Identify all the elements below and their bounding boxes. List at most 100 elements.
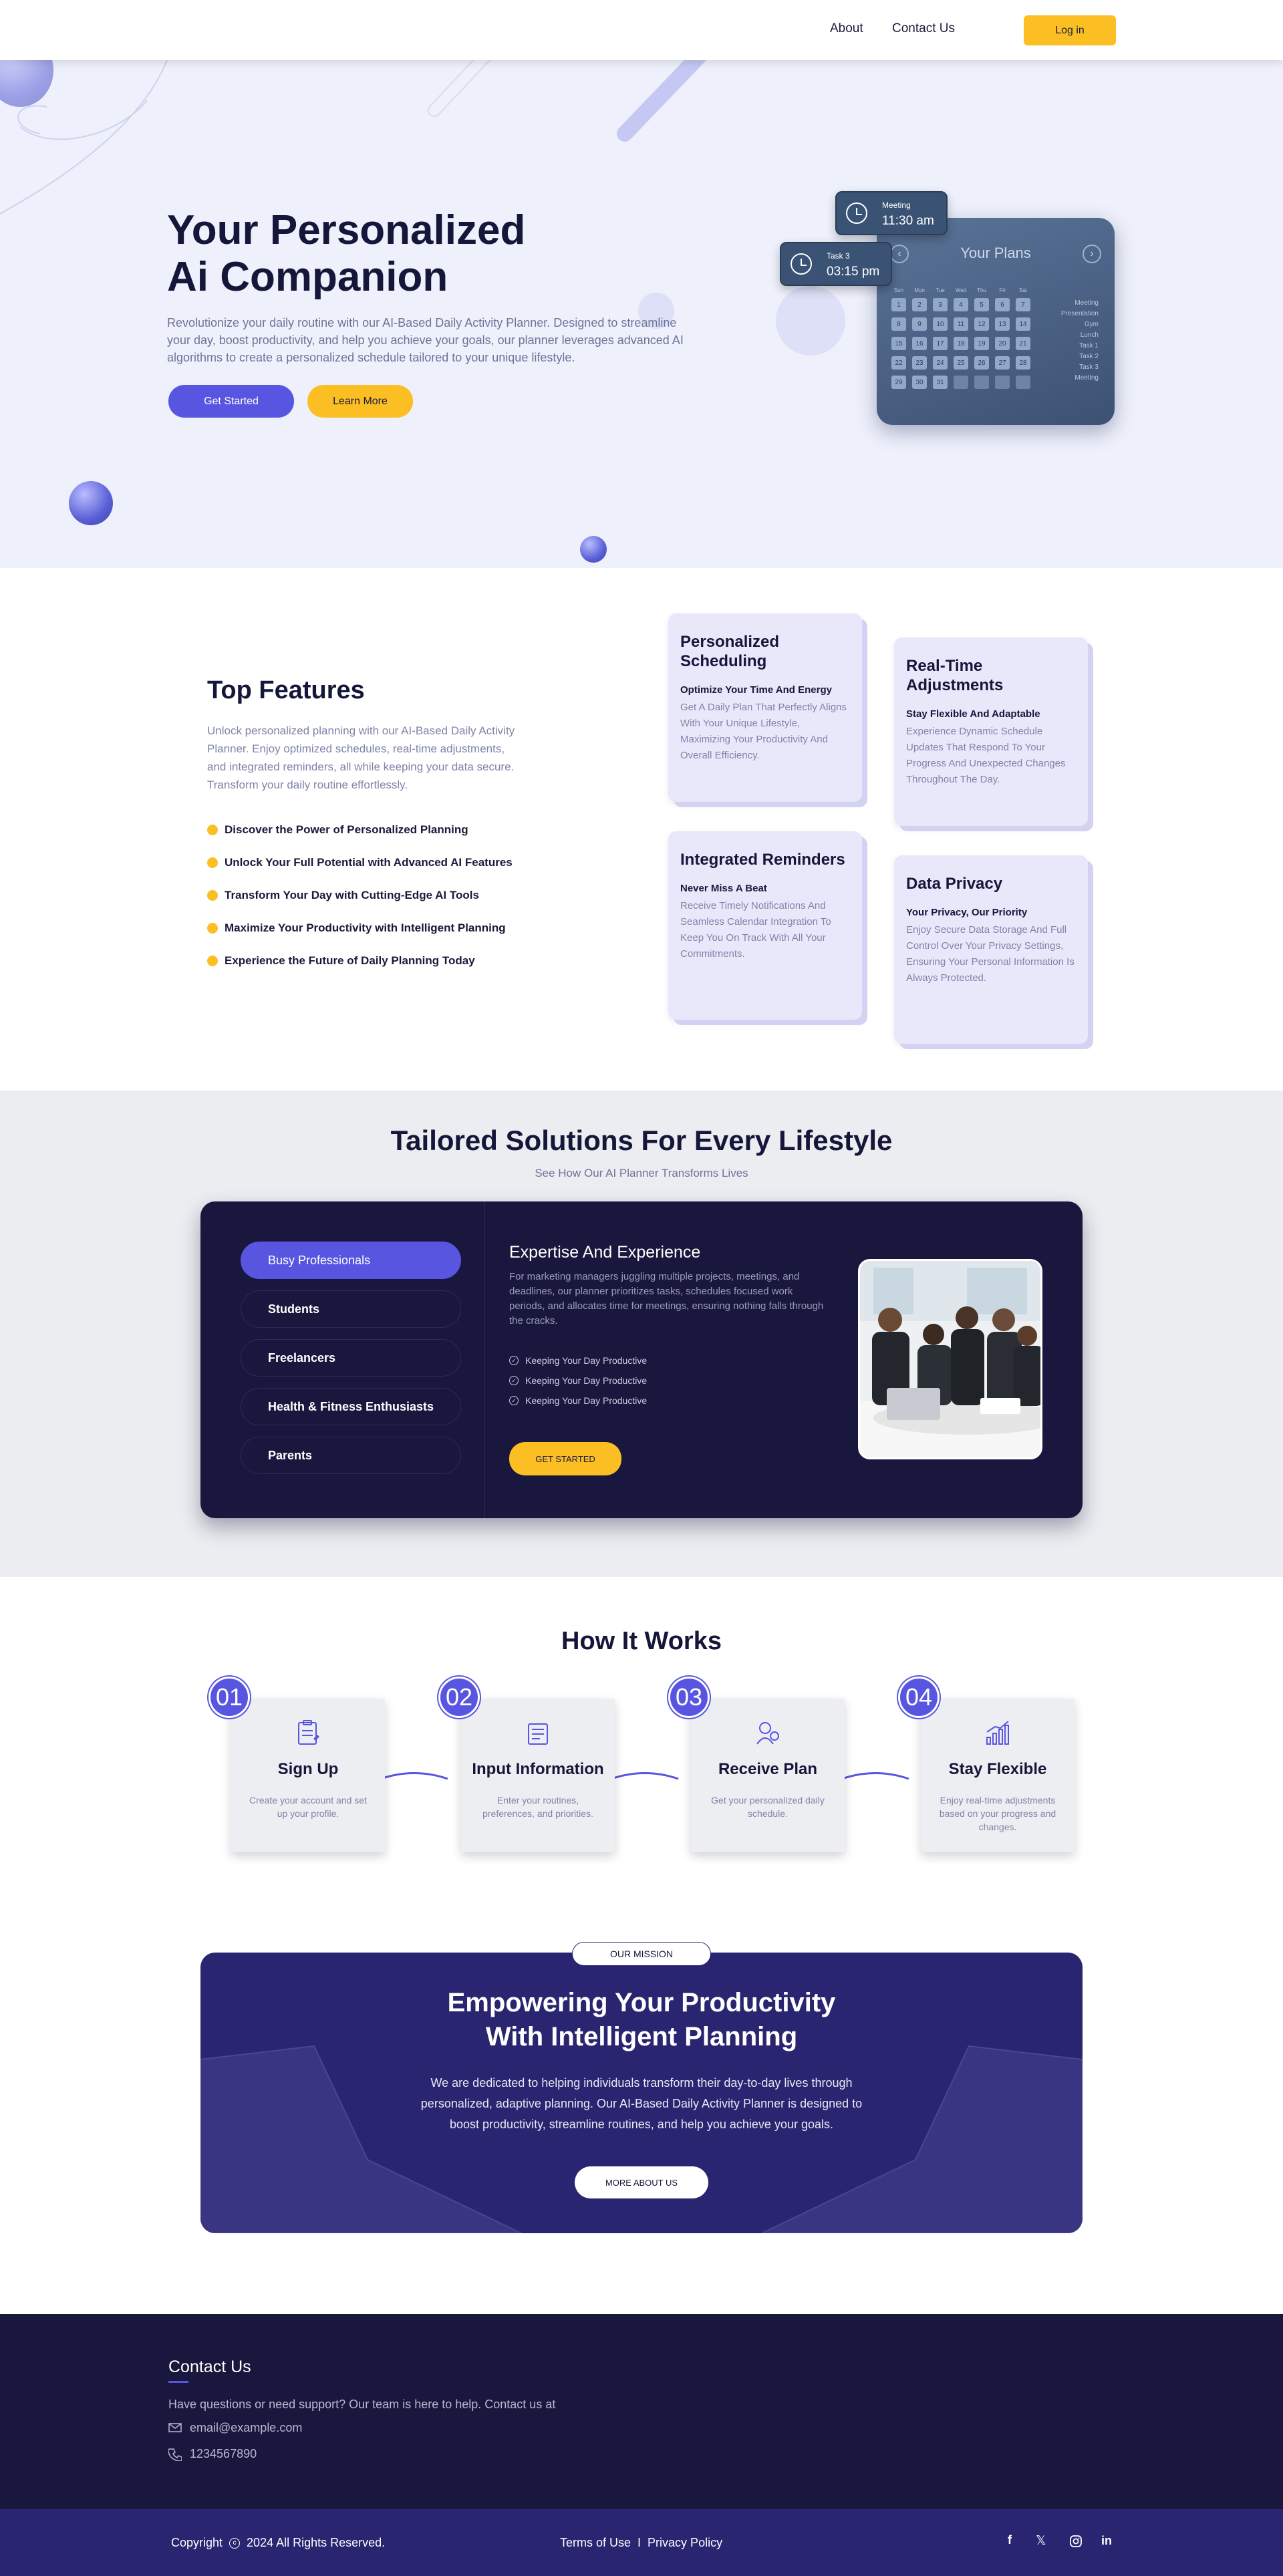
bullet-dot-icon: [207, 923, 218, 934]
feature-card-title: Real-Time Adjustments: [906, 657, 1004, 694]
chip-time: 11:30 am: [882, 214, 934, 228]
feature-bullet: Experience the Future of Daily Planning …: [207, 954, 475, 968]
tab-freelancers[interactable]: Freelancers: [241, 1339, 461, 1377]
check-circle-icon: ✓: [509, 1356, 519, 1365]
feature-card-text: Experience Dynamic Schedule Updates That…: [906, 726, 1066, 785]
top-navbar: About Contact Us Log in: [0, 0, 1283, 60]
calendar-day[interactable]: 17: [933, 337, 948, 350]
check-item: ✓ Keeping Your Day Productive: [509, 1355, 647, 1366]
growth-chart-icon: [986, 1721, 1009, 1745]
nav-about-link[interactable]: About: [830, 21, 863, 36]
calendar-day[interactable]: 2: [912, 298, 927, 311]
calendar-day[interactable]: 25: [954, 356, 968, 370]
plan-item: Task 1: [1079, 342, 1099, 349]
calendar-day[interactable]: 14: [1016, 317, 1030, 331]
calendar-day[interactable]: 26: [974, 356, 989, 370]
calendar-empty-cell: [954, 376, 968, 389]
clock-icon: [846, 202, 867, 224]
privacy-link[interactable]: Privacy Policy: [648, 2536, 722, 2550]
tab-parents[interactable]: Parents: [241, 1437, 461, 1474]
footer-text: Have questions or need support? Our team…: [168, 2398, 556, 2411]
features-title: Top Features: [207, 676, 365, 704]
x-twitter-icon[interactable]: 𝕏: [1036, 2533, 1046, 2549]
feature-card-text: Get A Daily Plan That Perfectly Aligns W…: [680, 702, 847, 761]
check-item: ✓ Keeping Your Day Productive: [509, 1395, 647, 1406]
terms-link[interactable]: Terms of Use: [560, 2536, 631, 2550]
instagram-icon[interactable]: [1069, 2535, 1083, 2548]
tailored-get-started-button[interactable]: GET STARTED: [509, 1442, 621, 1475]
calendar-day[interactable]: 5: [974, 298, 989, 311]
planner-title: Your Plans: [960, 245, 1031, 261]
feature-bullet: Transform Your Day with Cutting-Edge AI …: [207, 889, 479, 902]
calendar-day[interactable]: 20: [995, 337, 1010, 350]
decor-sphere: [580, 536, 607, 563]
plan-item: Meeting: [1075, 299, 1099, 307]
calendar-day[interactable]: 24: [933, 356, 948, 370]
step-text: Enter your routines, preferences, and pr…: [482, 1795, 593, 1819]
panel-divider: [484, 1201, 485, 1518]
facebook-icon[interactable]: f: [1008, 2533, 1012, 2547]
title-underline: [168, 2381, 188, 2383]
calendar-day[interactable]: 9: [912, 317, 927, 331]
get-started-button[interactable]: Get Started: [168, 385, 294, 418]
task-chip: Task 3 03:15 pm: [780, 242, 892, 286]
footer-email[interactable]: email@example.com: [190, 2421, 302, 2435]
feature-card: Integrated Reminders Never Miss A Beat R…: [668, 831, 862, 1020]
calendar-day[interactable]: 12: [974, 317, 989, 331]
lifestyle-panel: Busy Professionals Students Freelancers …: [200, 1201, 1083, 1518]
calendar-day[interactable]: 18: [954, 337, 968, 350]
step-number: 04: [898, 1677, 940, 1718]
feature-card: Personalized Scheduling Optimize Your Ti…: [668, 613, 862, 802]
calendar-day[interactable]: 3: [933, 298, 948, 311]
calendar-day[interactable]: 6: [995, 298, 1010, 311]
linkedin-icon[interactable]: in: [1101, 2534, 1112, 2548]
footer-phone[interactable]: 1234567890: [190, 2447, 257, 2461]
footer-bottom-bar: Copyright c 2024 All Rights Reserved. Te…: [0, 2509, 1283, 2576]
feature-card-subtitle: Stay Flexible And Adaptable: [906, 708, 1040, 720]
calendar-day[interactable]: 19: [974, 337, 989, 350]
step-title: Input Information: [472, 1760, 604, 1778]
learn-more-button[interactable]: Learn More: [307, 385, 413, 418]
calendar-day[interactable]: 1: [891, 298, 906, 311]
calendar-day[interactable]: 11: [954, 317, 968, 331]
calendar-day[interactable]: 22: [891, 356, 906, 370]
calendar-grid: 1 2 3 4 5 6 7 8 9 10 11 12 13 14 15 16 17 18 19 20 21 22 23 24 2…: [891, 298, 1030, 389]
calendar-day[interactable]: 10: [933, 317, 948, 331]
plan-item: Meeting: [1075, 374, 1099, 382]
calendar-day[interactable]: 28: [1016, 356, 1030, 370]
calendar-day[interactable]: 23: [912, 356, 927, 370]
calendar-day[interactable]: 16: [912, 337, 927, 350]
calendar-day[interactable]: 7: [1016, 298, 1030, 311]
calendar-day[interactable]: 8: [891, 317, 906, 331]
tab-health-fitness[interactable]: Health & Fitness Enthusiasts: [241, 1388, 461, 1425]
chip-label: Meeting: [882, 200, 911, 210]
chevron-right-icon[interactable]: ›: [1083, 245, 1101, 263]
plan-item: Task 3: [1079, 364, 1099, 371]
weekday-label: Tue: [936, 287, 945, 293]
footer-links: Terms of Use I Privacy Policy: [560, 2536, 722, 2550]
feature-card-subtitle: Never Miss A Beat: [680, 883, 767, 894]
hero-section: Your Personalized Ai Companion Revolutio…: [0, 60, 1283, 568]
receive-plan-icon: [756, 1722, 779, 1745]
nav-contact-link[interactable]: Contact Us: [892, 21, 955, 36]
calendar-day[interactable]: 4: [954, 298, 968, 311]
tab-busy-professionals[interactable]: Busy Professionals: [241, 1242, 461, 1279]
calendar-day[interactable]: 29: [891, 376, 906, 389]
calendar-day[interactable]: 15: [891, 337, 906, 350]
calendar-day[interactable]: 21: [1016, 337, 1030, 350]
weekday-label: Thu: [977, 287, 986, 293]
tab-students[interactable]: Students: [241, 1290, 461, 1328]
clock-icon: [791, 253, 812, 275]
calendar-day[interactable]: 27: [995, 356, 1010, 370]
link-separator: I: [637, 2536, 642, 2549]
more-about-us-button[interactable]: MORE ABOUT US: [575, 2166, 708, 2198]
step-title: Receive Plan: [718, 1760, 818, 1778]
calendar-day[interactable]: 31: [933, 376, 948, 389]
feature-card: Real-Time Adjustments Stay Flexible And …: [894, 637, 1088, 826]
login-button[interactable]: Log in: [1024, 15, 1116, 45]
calendar-day[interactable]: 13: [995, 317, 1010, 331]
tailored-subtitle: See How Our AI Planner Transforms Lives: [535, 1167, 748, 1179]
copyright-icon: c: [229, 2537, 241, 2549]
weekday-label: Sat: [1018, 287, 1027, 293]
calendar-day[interactable]: 30: [912, 376, 927, 389]
